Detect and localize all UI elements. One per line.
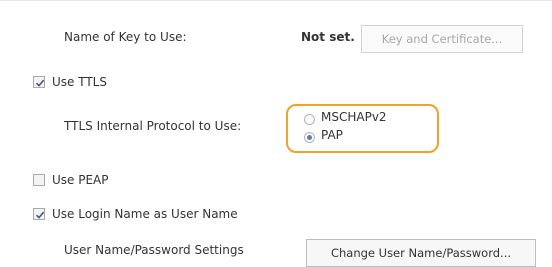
use-ttls-checkbox[interactable] <box>33 76 45 88</box>
key-value: Not set. <box>301 30 355 44</box>
radio-pap[interactable] <box>304 132 315 143</box>
radio-mschapv2[interactable] <box>304 114 315 125</box>
ttls-protocol-label: TTLS Internal Protocol to Use: <box>64 119 242 133</box>
use-login-name-label: Use Login Name as User Name <box>52 207 238 221</box>
radio-pap-label: PAP <box>321 128 343 142</box>
checkmark-icon <box>35 79 45 87</box>
checkmark-icon <box>35 211 45 219</box>
credentials-label: User Name/Password Settings <box>64 243 244 257</box>
use-peap-checkbox[interactable] <box>33 174 45 186</box>
use-login-name-checkbox[interactable] <box>33 208 45 220</box>
radio-selected-dot <box>307 135 312 140</box>
key-and-certificate-button[interactable]: Key and Certificate... <box>361 25 523 53</box>
use-ttls-label: Use TTLS <box>52 75 107 89</box>
radio-mschapv2-label: MSCHAPv2 <box>321 110 387 124</box>
settings-panel: Name of Key to Use: Not set. Key and Cer… <box>0 0 552 267</box>
use-peap-label: Use PEAP <box>52 173 109 187</box>
key-label: Name of Key to Use: <box>64 30 187 44</box>
change-user-name-password-button[interactable]: Change User Name/Password... <box>306 239 536 267</box>
